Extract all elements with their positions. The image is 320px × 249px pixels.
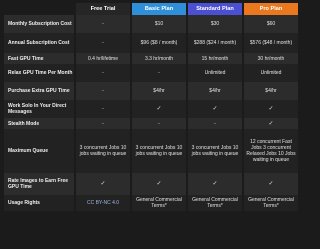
table-row: Usage Rights CC BY-NC 4.0 General Commer… [4,195,298,211]
table-row: Monthly Subscription Cost - $10 $30 $60 [4,15,298,33]
value-cell: 15 hr/month [188,53,242,64]
value-cell: $60 [244,15,298,33]
plan-header-row: Free Trial Basic Plan Standard Plan Pro … [4,3,298,15]
table-row: Rate Images to Earn Free GPU Time ✓ ✓ ✓ … [4,173,298,195]
table-row: Annual Subscription Cost - $96 ($8 / mon… [4,33,298,53]
feature-maximum-queue: Maximum Queue [4,129,74,173]
value-cell: 3 concurrent Jobs 10 jobs waiting in que… [188,129,242,173]
feature-work-solo: Work Solo In Your Direct Messages [4,100,74,118]
feature-rate-images: Rate Images to Earn Free GPU Time [4,173,74,195]
value-cell: 0.4 hr/lifetime [76,53,130,64]
plan-header-standard: Standard Plan [188,3,242,15]
value-cell: - [188,118,242,129]
check-icon: ✓ [132,100,186,118]
check-icon: ✓ [132,173,186,195]
pricing-sheet: Free Trial Basic Plan Standard Plan Pro … [0,0,300,249]
feature-stealth-mode: Stealth Mode [4,118,74,129]
value-cell: 12 concurrent Fast Jobs 3 concurrent Rel… [244,129,298,173]
feature-header-cell [4,3,74,15]
check-icon: ✓ [188,173,242,195]
pricing-table: Free Trial Basic Plan Standard Plan Pro … [2,3,300,211]
value-cell: - [132,64,186,82]
value-cell: 3 concurrent Jobs 10 jobs waiting in que… [132,129,186,173]
value-cell: General Commercial Terms* [188,195,242,211]
value-cell: General Commercial Terms* [132,195,186,211]
table-row: Maximum Queue 3 concurrent Jobs 10 jobs … [4,129,298,173]
table-row: Purchase Extra GPU Time - $4/hr $4/hr $4… [4,82,298,100]
value-cell: - [76,118,130,129]
feature-monthly-cost: Monthly Subscription Cost [4,15,74,33]
value-cell: Unlimited [188,64,242,82]
value-cell: $10 [132,15,186,33]
feature-usage-rights: Usage Rights [4,195,74,211]
value-cell: 3.3 hr/month [132,53,186,64]
cc-license-label: CC BY-NC 4.0 [76,195,130,211]
plan-header-basic: Basic Plan [132,3,186,15]
value-cell: $4/hr [244,82,298,100]
value-cell: $96 ($8 / month) [132,33,186,53]
value-cell: 30 hr/month [244,53,298,64]
feature-fast-gpu-time: Fast GPU Time [4,53,74,64]
table-row: Stealth Mode - - - ✓ [4,118,298,129]
feature-annual-cost: Annual Subscription Cost [4,33,74,53]
feature-purchase-gpu-time: Purchase Extra GPU Time [4,82,74,100]
value-cell: $4/hr [188,82,242,100]
value-cell: $30 [188,15,242,33]
value-cell: - [132,118,186,129]
check-icon: ✓ [76,173,130,195]
feature-relax-gpu-time: Relax GPU Time Per Month [4,64,74,82]
value-cell: 3 concurrent Jobs 10 jobs waiting in que… [76,129,130,173]
check-icon: ✓ [244,100,298,118]
value-cell: General Commercial Terms* [244,195,298,211]
value-cell: $576 ($48 / month) [244,33,298,53]
value-cell: - [76,64,130,82]
table-row: Relax GPU Time Per Month - - Unlimited U… [4,64,298,82]
check-icon: ✓ [188,100,242,118]
check-icon: ✓ [244,118,298,129]
table-row: Work Solo In Your Direct Messages - ✓ ✓ … [4,100,298,118]
value-cell: - [76,100,130,118]
plan-header-free-trial: Free Trial [76,3,130,15]
value-cell: Unlimited [244,64,298,82]
plan-header-pro: Pro Plan [244,3,298,15]
check-icon: ✓ [244,173,298,195]
value-cell: - [76,33,130,53]
value-cell: $4/hr [132,82,186,100]
value-cell: - [76,82,130,100]
value-cell: - [76,15,130,33]
value-cell: $288 ($24 / month) [188,33,242,53]
table-row: Fast GPU Time 0.4 hr/lifetime 3.3 hr/mon… [4,53,298,64]
